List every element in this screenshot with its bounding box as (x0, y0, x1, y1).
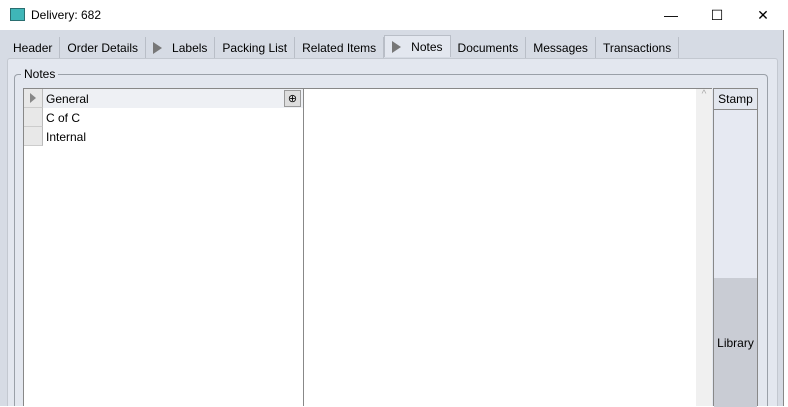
tab-label: Transactions (602, 40, 672, 55)
tab-strip: Header Order Details Labels Packing List Rel… (6, 35, 680, 58)
category-label: Internal (46, 129, 87, 144)
category-label: General (46, 91, 89, 106)
tab-related-items[interactable]: Related Items (295, 37, 385, 58)
note-category-row[interactable]: General ⊕ (24, 89, 303, 108)
library-button[interactable]: Library (714, 278, 757, 407)
minimize-button[interactable]: — (648, 0, 694, 30)
delivery-window: Delivery: 682 — ☐ ✕ Header Order Details L… (0, 0, 784, 407)
title-bar: Delivery: 682 — ☐ ✕ (0, 0, 784, 30)
tab-packing-list[interactable]: Packing List (215, 37, 296, 58)
row-header[interactable] (24, 108, 43, 127)
tab-arrow-icon (153, 41, 163, 54)
tab-arrow-icon (392, 40, 402, 53)
zoom-in-icon[interactable]: ⊕ (284, 90, 301, 107)
tab-header[interactable]: Header (6, 37, 61, 58)
note-text-area[interactable] (304, 88, 696, 406)
note-category-row[interactable]: C of C (24, 108, 303, 127)
note-side-panel: Stamp Library (713, 88, 758, 407)
tab-documents[interactable]: Documents (451, 37, 527, 58)
tab-label: Related Items (302, 40, 377, 55)
tab-label: Documents (457, 40, 519, 55)
tab-order-details[interactable]: Order Details (60, 37, 147, 58)
tab-label: Notes (411, 39, 443, 54)
scroll-up-icon[interactable]: ^ (702, 89, 707, 100)
delivery-box-icon (10, 8, 25, 21)
row-header[interactable] (24, 127, 43, 146)
stamp-button[interactable]: Stamp (714, 89, 757, 110)
note-scrollbar[interactable]: ^ (696, 88, 712, 406)
note-category-grid[interactable]: General ⊕ C of C Internal (23, 88, 304, 406)
tab-label: Order Details (67, 40, 139, 55)
category-label: C of C (46, 110, 81, 125)
tab-label: Packing List (222, 40, 288, 55)
window-title: Delivery: 682 (31, 8, 102, 22)
close-button[interactable]: ✕ (740, 0, 786, 30)
maximize-button[interactable]: ☐ (694, 0, 740, 30)
tab-label: Labels (172, 40, 208, 55)
tab-transactions[interactable]: Transactions (596, 37, 680, 58)
notes-group-label: Notes (21, 67, 59, 81)
tab-labels[interactable]: Labels (146, 37, 216, 58)
tab-label: Header (13, 40, 53, 55)
current-row-icon (30, 93, 36, 103)
row-header[interactable] (24, 89, 43, 108)
tab-notes[interactable]: Notes (384, 35, 451, 57)
tab-label: Messages (533, 40, 588, 55)
tab-messages[interactable]: Messages (526, 37, 596, 58)
note-category-row[interactable]: Internal (24, 127, 303, 146)
